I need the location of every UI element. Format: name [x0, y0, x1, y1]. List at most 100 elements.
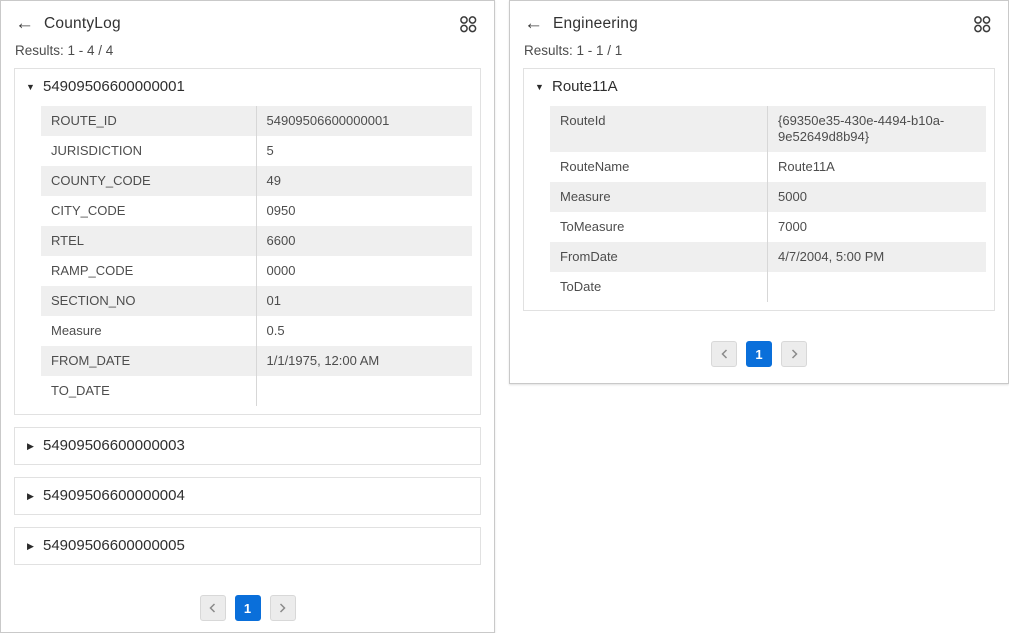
field-value: 5000 [768, 182, 986, 212]
attribute-table: RouteId {69350e35-430e-4494-b10a-9e52649… [550, 106, 986, 302]
results-count: Results: 1 - 4 / 4 [15, 43, 478, 58]
previous-page-button[interactable] [200, 595, 226, 621]
feature-card: ▶ 54909506600000005 [14, 527, 481, 565]
feature-title: 54909506600000001 [43, 78, 185, 96]
table-row: CITY_CODE 0950 [41, 196, 472, 226]
field-label: FROM_DATE [41, 346, 257, 376]
next-page-button[interactable] [781, 341, 807, 367]
title-row: ← Engineering [524, 14, 992, 34]
feature-title: Route11A [552, 78, 618, 96]
field-label: Measure [41, 316, 257, 346]
feature-card: ▶ 54909506600000003 [14, 427, 481, 465]
feature-toggle[interactable]: ▶ 54909506600000003 [15, 428, 480, 464]
dock-actions-button[interactable] [972, 14, 992, 34]
previous-page-button[interactable] [711, 341, 737, 367]
table-row: RouteName Route11A [550, 152, 986, 182]
current-page-button[interactable]: 1 [746, 341, 772, 367]
features-panel-engineering: ← Engineering Results: 1 - 1 / 1 ▼ Route… [509, 0, 1009, 384]
table-row: RouteId {69350e35-430e-4494-b10a-9e52649… [550, 106, 986, 152]
feature-toggle[interactable]: ▶ 54909506600000005 [15, 528, 480, 564]
field-label: TO_DATE [41, 376, 257, 406]
field-value: 0000 [257, 256, 473, 286]
table-row: SECTION_NO 01 [41, 286, 472, 316]
feature-toggle[interactable]: ▼ 54909506600000001 [15, 69, 480, 105]
feature-card: ▼ Route11A RouteId {69350e35-430e-4494-b… [523, 68, 995, 311]
feature-list: ▼ Route11A RouteId {69350e35-430e-4494-b… [510, 58, 1008, 311]
table-row: ROUTE_ID 54909506600000001 [41, 106, 472, 136]
table-row: ToMeasure 7000 [550, 212, 986, 242]
field-value: 7000 [768, 212, 986, 242]
page-title: Engineering [553, 15, 638, 33]
title-row: ← CountyLog [15, 14, 478, 34]
field-label: JURISDICTION [41, 136, 257, 166]
field-label: RouteId [550, 106, 768, 152]
field-label: Measure [550, 182, 768, 212]
caret-icon: ▼ [534, 81, 545, 93]
back-button[interactable]: ← [524, 15, 543, 33]
feature-toggle[interactable]: ▶ 54909506600000004 [15, 478, 480, 514]
field-value: Route11A [768, 152, 986, 182]
next-page-button[interactable] [270, 595, 296, 621]
dock-actions-button[interactable] [458, 14, 478, 34]
chevron-left-icon [208, 602, 217, 614]
table-row: Measure 0.5 [41, 316, 472, 346]
field-value: {69350e35-430e-4494-b10a-9e52649d8b94} [768, 106, 986, 152]
table-row: TO_DATE [41, 376, 472, 406]
field-value: 5 [257, 136, 473, 166]
field-value: 49 [257, 166, 473, 196]
table-row: FromDate 4/7/2004, 5:00 PM [550, 242, 986, 272]
feature-toggle[interactable]: ▼ Route11A [524, 69, 994, 105]
table-row: RTEL 6600 [41, 226, 472, 256]
table-row: ToDate [550, 272, 986, 302]
field-label: ToMeasure [550, 212, 768, 242]
field-label: ToDate [550, 272, 768, 302]
table-row: FROM_DATE 1/1/1975, 12:00 AM [41, 346, 472, 376]
grid-of-circles-icon [458, 14, 478, 34]
back-button[interactable]: ← [15, 15, 34, 33]
field-label: SECTION_NO [41, 286, 257, 316]
caret-icon: ▶ [25, 540, 36, 552]
feature-title: 54909506600000003 [43, 437, 185, 455]
field-value: 6600 [257, 226, 473, 256]
feature-title: 54909506600000004 [43, 487, 185, 505]
table-row: JURISDICTION 5 [41, 136, 472, 166]
feature-title: 54909506600000005 [43, 537, 185, 555]
arrow-left-icon: ← [524, 15, 543, 33]
chevron-left-icon [720, 348, 729, 360]
caret-icon: ▶ [25, 490, 36, 502]
field-label: RouteName [550, 152, 768, 182]
table-row: RAMP_CODE 0000 [41, 256, 472, 286]
field-label: COUNTY_CODE [41, 166, 257, 196]
feature-card: ▶ 54909506600000004 [14, 477, 481, 515]
field-label: ROUTE_ID [41, 106, 257, 136]
pagination: 1 [510, 341, 1008, 367]
table-row: COUNTY_CODE 49 [41, 166, 472, 196]
pagination: 1 [1, 595, 494, 621]
field-label: RTEL [41, 226, 257, 256]
field-value [768, 272, 986, 302]
results-count: Results: 1 - 1 / 1 [524, 43, 992, 58]
chevron-right-icon [278, 602, 287, 614]
panel-header: ← Engineering Results: 1 - 1 / 1 [510, 1, 1008, 58]
field-value: 1/1/1975, 12:00 AM [257, 346, 473, 376]
grid-of-circles-icon [972, 14, 992, 34]
table-row: Measure 5000 [550, 182, 986, 212]
caret-icon: ▼ [25, 81, 36, 93]
field-value: 0950 [257, 196, 473, 226]
current-page-button[interactable]: 1 [235, 595, 261, 621]
feature-card: ▼ 54909506600000001 ROUTE_ID 54909506600… [14, 68, 481, 415]
arrow-left-icon: ← [15, 15, 34, 33]
field-value [257, 376, 473, 406]
page-title: CountyLog [44, 15, 121, 33]
field-value: 0.5 [257, 316, 473, 346]
features-panel-countylog: ← CountyLog Results: 1 - 4 / 4 ▼ 5490950… [0, 0, 495, 633]
attribute-table: ROUTE_ID 54909506600000001 JURISDICTION … [41, 106, 472, 406]
field-value: 4/7/2004, 5:00 PM [768, 242, 986, 272]
feature-list: ▼ 54909506600000001 ROUTE_ID 54909506600… [1, 58, 494, 565]
panel-header: ← CountyLog Results: 1 - 4 / 4 [1, 1, 494, 58]
field-label: FromDate [550, 242, 768, 272]
chevron-right-icon [790, 348, 799, 360]
caret-icon: ▶ [25, 440, 36, 452]
field-value: 01 [257, 286, 473, 316]
field-label: CITY_CODE [41, 196, 257, 226]
